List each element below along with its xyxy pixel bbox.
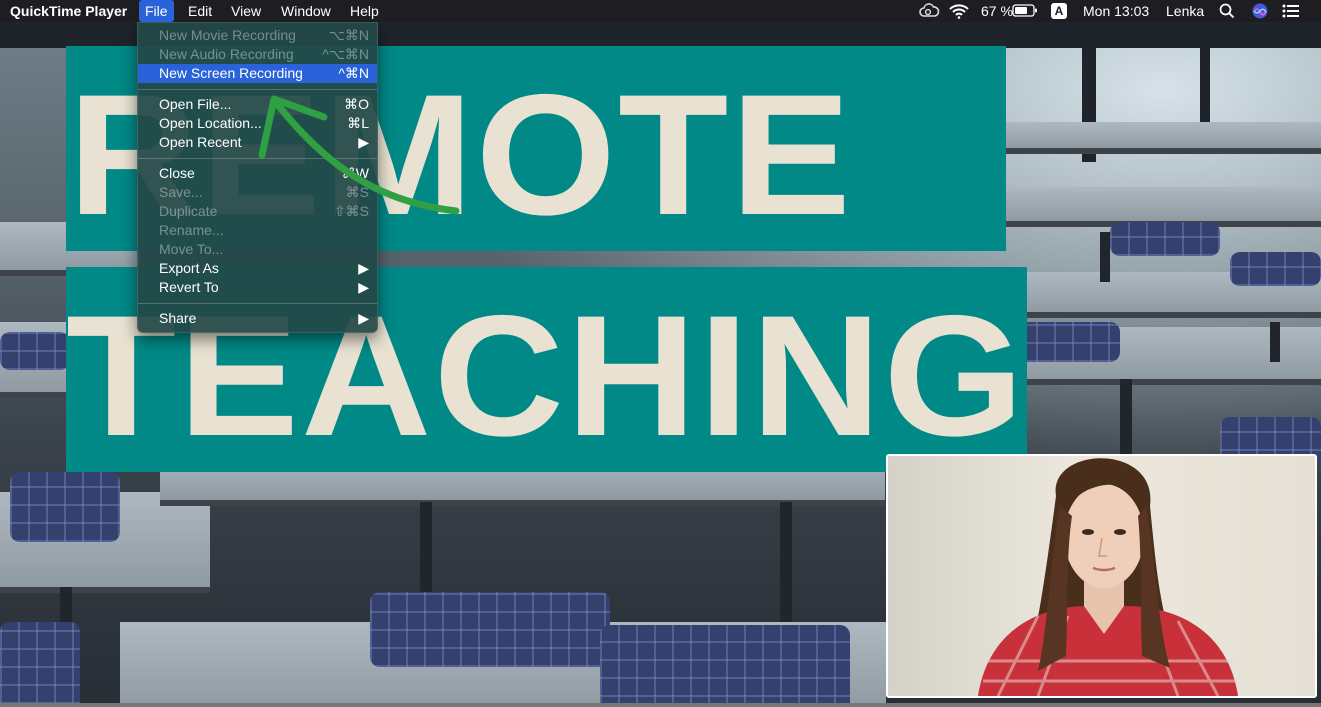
menu-view[interactable]: View xyxy=(231,0,261,22)
menu-item-share[interactable]: Share ▶ xyxy=(138,309,377,328)
menu-separator xyxy=(138,303,377,304)
chair xyxy=(370,592,610,667)
annotation-arrow-icon xyxy=(258,95,460,215)
search-icon[interactable] xyxy=(1219,3,1235,19)
desk xyxy=(1000,122,1321,154)
submenu-arrow-icon: ▶ xyxy=(358,279,369,295)
battery-icon[interactable] xyxy=(1012,4,1038,18)
clock[interactable]: Mon 13:03 xyxy=(1083,0,1149,22)
desk xyxy=(1000,187,1321,227)
chair xyxy=(0,332,70,370)
siri-icon[interactable] xyxy=(1252,3,1268,19)
app-menu[interactable]: QuickTime Player xyxy=(10,0,127,22)
menu-item-revert-to[interactable]: Revert To ▶ xyxy=(138,278,377,297)
desk-leg xyxy=(1100,232,1110,282)
chair xyxy=(1110,222,1220,256)
user-name[interactable]: Lenka xyxy=(1166,0,1204,22)
presenter-video xyxy=(978,458,1238,696)
chair xyxy=(1230,252,1321,286)
menu-file[interactable]: File xyxy=(139,0,174,22)
menu-item-new-audio-recording[interactable]: New Audio Recording ^⌥⌘N xyxy=(138,45,377,64)
submenu-arrow-icon: ▶ xyxy=(358,260,369,276)
webcam-overlay xyxy=(886,454,1317,698)
notification-center-icon[interactable] xyxy=(1282,4,1300,18)
chair xyxy=(0,622,80,707)
chair xyxy=(600,625,850,707)
submenu-arrow-icon: ▶ xyxy=(358,310,369,326)
desk-leg xyxy=(780,502,792,622)
screen-bottom-edge xyxy=(0,703,1321,707)
menu-item-new-screen-recording[interactable]: New Screen Recording ^⌘N xyxy=(138,64,377,83)
desk-leg xyxy=(1270,322,1280,362)
menu-item-move-to[interactable]: Move To... xyxy=(138,240,377,259)
menu-window[interactable]: Window xyxy=(281,0,331,22)
chair xyxy=(10,472,120,542)
desk-leg xyxy=(1120,379,1132,459)
creative-cloud-icon[interactable] xyxy=(918,3,940,19)
menu-item-export-as[interactable]: Export As ▶ xyxy=(138,259,377,278)
menu-help[interactable]: Help xyxy=(350,0,379,22)
menu-edit[interactable]: Edit xyxy=(188,0,212,22)
wifi-icon[interactable] xyxy=(948,3,970,19)
input-source-indicator[interactable]: A xyxy=(1051,3,1067,19)
battery-percent[interactable]: 67 % xyxy=(981,0,1013,22)
menu-item-new-movie-recording[interactable]: New Movie Recording ⌥⌘N xyxy=(138,26,377,45)
menu-bar: QuickTime Player File Edit View Window H… xyxy=(0,0,1321,22)
